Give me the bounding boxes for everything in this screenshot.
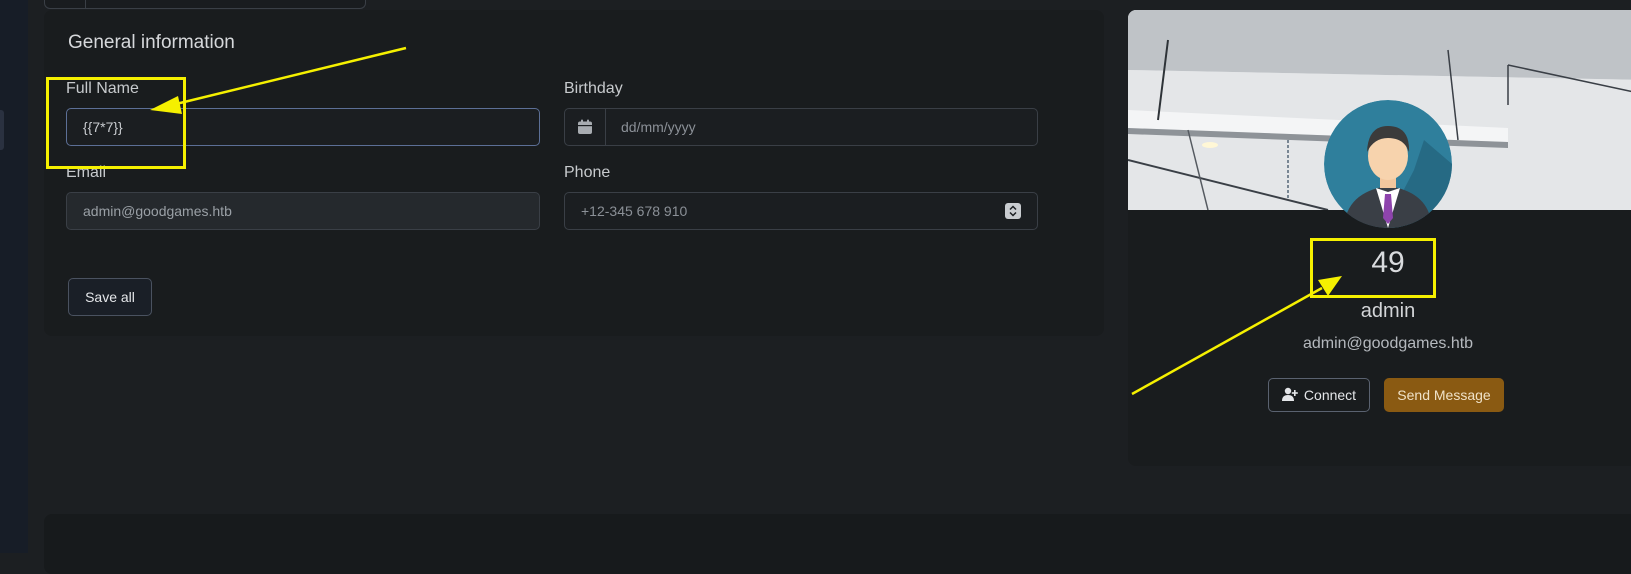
bottom-section-card: [44, 514, 1631, 574]
businessman-avatar: [1324, 100, 1452, 228]
full-name-highlight-box: [46, 77, 186, 169]
phone-label: Phone: [564, 164, 611, 181]
top-search-input-stub[interactable]: [44, 0, 366, 9]
number-spinner-icon[interactable]: [1005, 203, 1021, 219]
sidebar-collapse-tab[interactable]: [0, 110, 4, 150]
save-all-button[interactable]: Save all: [68, 278, 152, 316]
left-sidebar-rail: [0, 0, 28, 553]
send-message-button[interactable]: Send Message: [1384, 378, 1504, 412]
phone-input[interactable]: +12-345 678 910: [564, 192, 1038, 230]
birthday-input[interactable]: dd/mm/yyyy: [564, 108, 1038, 146]
connect-label: Connect: [1303, 387, 1357, 403]
email-input[interactable]: admin@goodgames.htb: [66, 192, 540, 230]
email-value: admin@goodgames.htb: [83, 203, 232, 219]
calendar-icon[interactable]: [565, 109, 606, 145]
user-plus-icon: [1281, 387, 1298, 404]
send-message-label: Send Message: [1397, 387, 1491, 403]
profile-name: admin: [1360, 300, 1416, 322]
rendered-value-highlight-box: [1310, 238, 1436, 298]
birthday-placeholder: dd/mm/yyyy: [621, 119, 696, 135]
phone-placeholder: +12-345 678 910: [581, 203, 688, 219]
profile-email: admin@goodgames.htb: [1302, 335, 1474, 352]
connect-button[interactable]: Connect: [1268, 378, 1370, 412]
save-all-label: Save all: [85, 289, 135, 305]
birthday-label: Birthday: [564, 80, 623, 97]
general-information-card: General information Full Name {{7*7}} Bi…: [44, 10, 1104, 336]
card-title: General information: [68, 32, 235, 53]
